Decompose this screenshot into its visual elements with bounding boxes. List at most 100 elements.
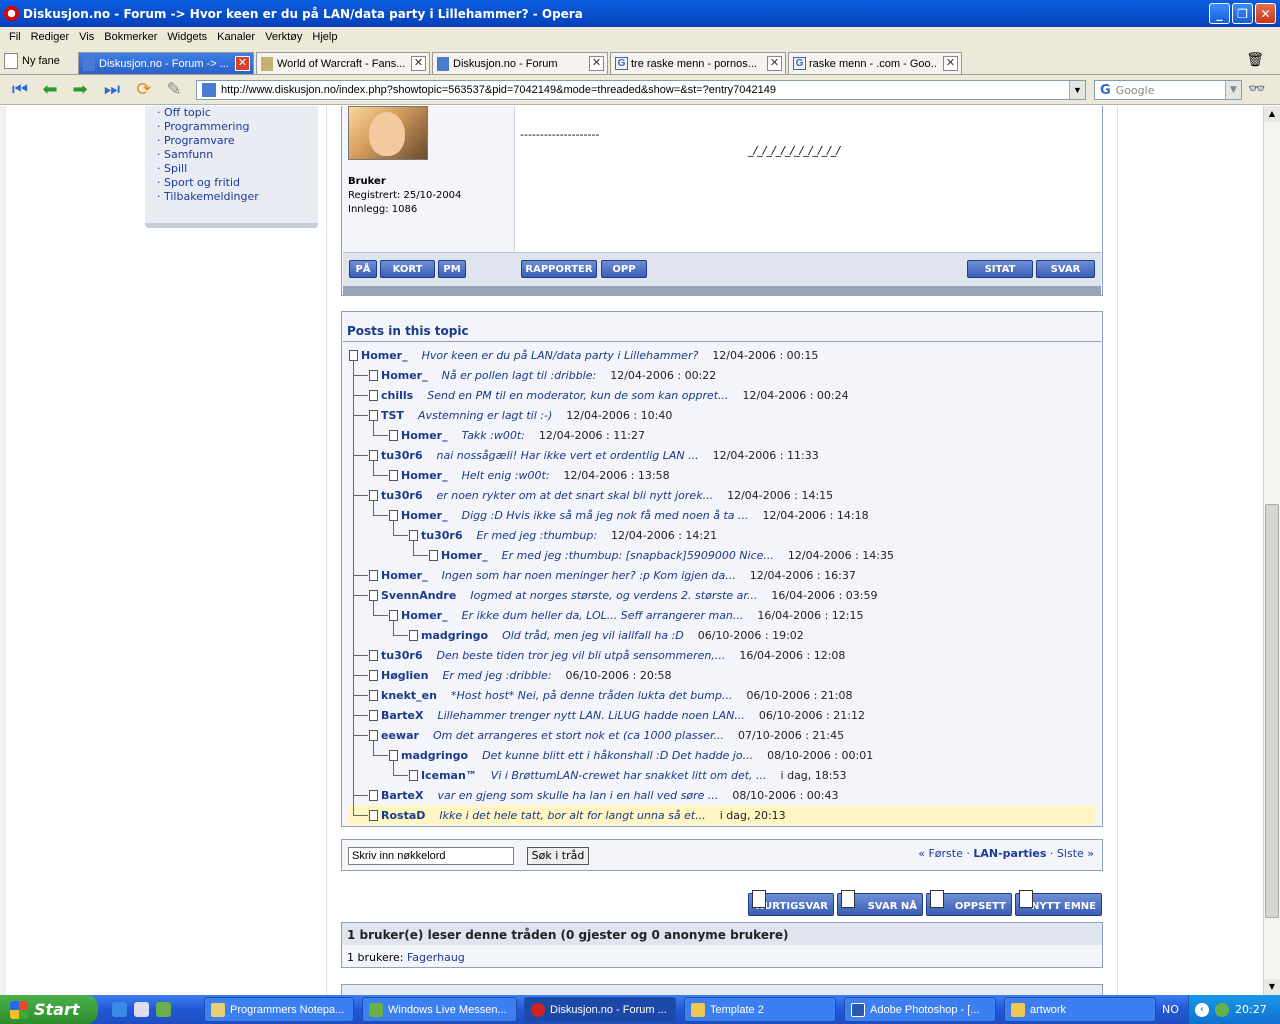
menu-widgets[interactable]: Widgets: [162, 31, 212, 43]
language-indicator[interactable]: NO: [1162, 1003, 1179, 1016]
restore-button[interactable]: ❐: [1232, 3, 1253, 24]
close-tab-icon[interactable]: ✕: [589, 56, 604, 71]
topic-excerpt[interactable]: er noen rykter om at det snart skal bli …: [436, 489, 713, 502]
edit-icon[interactable]: ✎: [162, 79, 186, 101]
topic-row[interactable]: Homer_ Er ikke dum heller da, LOL... Seff…: [389, 605, 863, 625]
sidebar-link-programvare[interactable]: · Programvare: [157, 134, 235, 147]
topic-excerpt[interactable]: var en gjeng som skulle ha lan i en hall…: [437, 789, 718, 802]
menu-view[interactable]: Vis: [74, 31, 99, 43]
tab-google-2[interactable]: G raske menn - .com - Goo... ✕: [788, 52, 962, 74]
topic-author[interactable]: chills: [381, 389, 413, 402]
topic-row[interactable]: Homer_ Helt enig :w00t: 12/04-2006 : 13:58: [389, 465, 670, 485]
topic-excerpt[interactable]: Er med jeg :thumbup: [snapback]5909000 N…: [502, 549, 774, 562]
menu-feeds[interactable]: Kanaler: [212, 31, 260, 43]
topic-row[interactable]: Homer_ Digg :D Hvis ikke så må jeg nok få…: [389, 505, 869, 525]
search-field[interactable]: G Google ▼: [1094, 80, 1242, 100]
tab-wow[interactable]: World of Warcraft - Fans... ✕: [256, 52, 430, 74]
topic-excerpt[interactable]: Det kunne blitt ett i håkonshall :D Det …: [482, 749, 753, 762]
topic-excerpt[interactable]: Old tråd, men jeg vil iallfall ha :D: [502, 629, 684, 642]
sidebar-link-spill[interactable]: · Spill: [157, 162, 187, 175]
topic-author[interactable]: tu30r6: [421, 529, 462, 542]
topic-author[interactable]: tu30r6: [381, 649, 422, 662]
task-messenger[interactable]: Windows Live Messen...: [362, 997, 517, 1022]
options-button[interactable]: OPPSETT: [926, 890, 1012, 916]
topic-excerpt[interactable]: nai nossågæli! Har ikke vert et ordentli…: [436, 449, 698, 462]
task-artwork[interactable]: artwork: [1004, 997, 1156, 1022]
search-thread-button[interactable]: Søk i tråd: [527, 847, 589, 865]
topic-row[interactable]: knekt_en *Host host* Nei, på denne tråden…: [369, 685, 853, 705]
new-tab-button[interactable]: Ny fane: [4, 51, 60, 71]
minimize-button[interactable]: _: [1209, 3, 1230, 24]
task-notepad[interactable]: Programmers Notepa...: [204, 997, 354, 1022]
topic-author[interactable]: BarteX: [381, 789, 423, 802]
topic-excerpt[interactable]: Iogmed at norges største, og verdens 2. …: [470, 589, 757, 602]
messenger-icon[interactable]: [156, 1002, 171, 1017]
topic-author[interactable]: madgringo: [401, 749, 468, 762]
topic-row[interactable]: TST Avstemning er lagt til :-) 12/04-2006 …: [369, 405, 672, 425]
address-dropdown-icon[interactable]: ▼: [1069, 81, 1085, 99]
topic-author[interactable]: TST: [381, 409, 404, 422]
topic-excerpt[interactable]: Er med jeg :thumbup:: [476, 529, 597, 542]
task-opera[interactable]: Diskusjon.no - Forum ...: [524, 997, 676, 1022]
sidebar-link-tilbakemeldinger[interactable]: · Tilbakemeldinger: [157, 190, 259, 203]
top-button[interactable]: OPP: [601, 260, 647, 278]
topic-excerpt[interactable]: Vi i BrøttumLAN-crewet har snakket litt …: [491, 769, 767, 782]
sidebar-link-samfunn[interactable]: · Samfunn: [157, 148, 213, 161]
topic-row[interactable]: chills Send en PM til en moderator, kun d…: [369, 385, 849, 405]
desktop-icon[interactable]: [134, 1002, 149, 1017]
topic-excerpt[interactable]: Er ikke dum heller da, LOL... Seff arran…: [462, 609, 744, 622]
tab-diskusjon-active[interactable]: Diskusjon.no - Forum -> ... ✕: [78, 52, 254, 74]
vertical-scrollbar[interactable]: ▲ ▼: [1263, 106, 1280, 995]
topic-row[interactable]: Homer_ Ingen som har noen meninger her? :…: [369, 565, 856, 585]
pm-button[interactable]: PM: [438, 260, 466, 278]
topic-excerpt[interactable]: Om det arrangeres et stort nok et (ca 10…: [433, 729, 724, 742]
sidebar-link-sport[interactable]: · Sport og fritid: [157, 176, 240, 189]
topic-row[interactable]: SvennAndre Iogmed at norges største, og v…: [369, 585, 877, 605]
new-topic-button[interactable]: NYTT EMNE: [1015, 890, 1102, 916]
topic-author[interactable]: Homer_: [441, 549, 488, 562]
reader-user-link[interactable]: Fagerhaug: [407, 951, 465, 964]
panel-toggle[interactable]: [0, 106, 6, 995]
topic-author[interactable]: tu30r6: [381, 489, 422, 502]
close-tab-icon[interactable]: ✕: [411, 56, 426, 71]
topic-row[interactable]: BarteX var en gjeng som skulle ha lan i e…: [369, 785, 838, 805]
sidebar-link-programmering[interactable]: · Programmering: [157, 120, 249, 133]
topic-row[interactable]: Homer_ Nå er pollen lagt til :dribble: 12/…: [369, 365, 716, 385]
topic-row[interactable]: Iceman™ Vi i BrøttumLAN-crewet har snakke…: [409, 765, 846, 785]
first-link[interactable]: « Første: [918, 847, 963, 860]
menu-edit[interactable]: Rediger: [26, 31, 75, 43]
close-button[interactable]: ✕: [1255, 3, 1276, 24]
topic-excerpt[interactable]: Nå er pollen lagt til :dribble:: [442, 369, 597, 382]
topic-row[interactable]: eewar Om det arrangeres et stort nok et (…: [369, 725, 844, 745]
topic-excerpt[interactable]: Avstemning er lagt til :-): [418, 409, 552, 422]
topic-row[interactable]: tu30r6 Er med jeg :thumbup: 12/04-2006 : 1…: [409, 525, 717, 545]
topic-author[interactable]: knekt_en: [381, 689, 437, 702]
tab-google-1[interactable]: G tre raske menn - pornos... ✕: [610, 52, 786, 74]
topic-author[interactable]: Iceman™: [421, 769, 477, 782]
profile-card-button[interactable]: KORT: [380, 260, 435, 278]
close-tab-icon[interactable]: ✕: [943, 56, 958, 71]
tab-diskusjon[interactable]: Diskusjon.no - Forum ✕: [432, 52, 608, 74]
report-button[interactable]: RAPPORTER: [521, 260, 597, 278]
topic-row[interactable]: Høglien Er med jeg :dribble: 06/10-2006 : …: [369, 665, 672, 685]
topic-row[interactable]: madgringo Det kunne blitt ett i håkonshal…: [389, 745, 873, 765]
topic-row[interactable]: RostaD Ikke i det hele tatt, bor alt for …: [348, 805, 1096, 825]
topic-author[interactable]: Homer_: [401, 609, 448, 622]
topic-excerpt[interactable]: Digg :D Hvis ikke så må jeg nok få med n…: [462, 509, 749, 522]
topic-excerpt[interactable]: Hvor keen er du på LAN/data party i Lill…: [422, 349, 699, 362]
topic-excerpt[interactable]: Helt enig :w00t:: [462, 469, 550, 482]
last-link[interactable]: Siste »: [1057, 847, 1094, 860]
reply-now-button[interactable]: SVAR NÅ: [837, 890, 923, 916]
topic-excerpt[interactable]: *Host host* Nei, på denne tråden lukta d…: [451, 689, 732, 702]
trash-icon[interactable]: 🗑: [1246, 52, 1264, 68]
topic-author[interactable]: eewar: [381, 729, 419, 742]
online-button[interactable]: PÅ: [349, 260, 377, 278]
search-dropdown-icon[interactable]: ▼: [1225, 81, 1241, 99]
scroll-up-icon[interactable]: ▲: [1264, 106, 1280, 122]
topic-author[interactable]: Homer_: [381, 369, 428, 382]
menu-file[interactable]: Fil: [4, 31, 26, 43]
ie-icon[interactable]: [112, 1002, 127, 1017]
topic-excerpt[interactable]: Send en PM til en moderator, kun de som …: [427, 389, 728, 402]
topic-excerpt[interactable]: Ingen som har noen meninger her? :p Kom …: [442, 569, 736, 582]
reload-icon[interactable]: ⟳: [132, 79, 156, 101]
